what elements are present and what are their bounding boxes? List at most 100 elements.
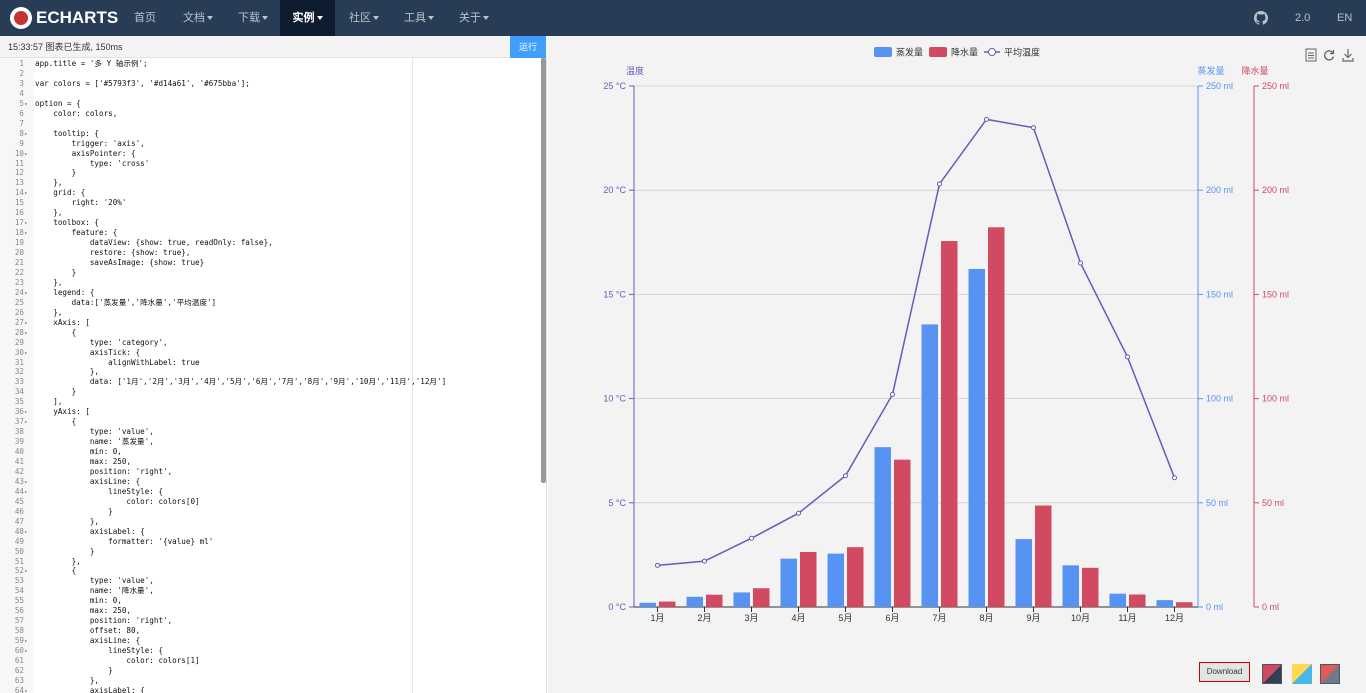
fold-toggle-icon[interactable]: ▾ (24, 687, 32, 693)
code-line: 30▾ axisTick: { (0, 348, 140, 358)
code-line: 59▾ axisLine: { (0, 636, 140, 646)
bar-evaporation[interactable] (1156, 600, 1174, 607)
bar-precipitation[interactable] (988, 227, 1005, 607)
legend-marker-temperature (988, 48, 996, 56)
nav-item-2[interactable]: 下载 (238, 0, 268, 36)
nav-item-5[interactable]: 工具 (404, 0, 434, 36)
bar-evaporation[interactable] (780, 558, 798, 607)
version-link[interactable]: 2.0 (1295, 0, 1310, 36)
theme-gray-swatch[interactable] (1320, 664, 1340, 684)
line-number: 23 (14, 277, 24, 287)
temperature-point[interactable] (984, 116, 989, 122)
x-tick-label: 6月 (885, 613, 899, 623)
temperature-point[interactable] (1172, 475, 1177, 481)
line-number: 1 (19, 59, 24, 68)
nav-item-label: 文档 (183, 12, 205, 24)
echarts-logo[interactable]: ECHARTS (10, 6, 118, 30)
code-line: 55 min: 0, (0, 596, 122, 606)
line-number: 9 (19, 138, 24, 148)
bar-precipitation[interactable] (659, 601, 676, 607)
code-line: 63 }, (0, 676, 99, 686)
y-tick-label: 10 °C (603, 394, 626, 404)
bar-evaporation[interactable] (639, 602, 657, 607)
line-number: 8 (19, 128, 24, 138)
theme-dark-swatch[interactable] (1262, 664, 1282, 684)
code-text: } (35, 387, 77, 397)
caret-down-icon (373, 16, 379, 21)
temperature-line[interactable] (657, 118, 1176, 567)
bar-precipitation[interactable] (894, 459, 911, 607)
code-text: { (35, 327, 77, 337)
code-line: 14▾ grid: { (0, 188, 85, 198)
line-number: 45 (14, 496, 24, 506)
bar-evaporation[interactable] (1109, 593, 1127, 607)
temperature-point[interactable] (749, 535, 754, 541)
editor-scrollbar[interactable] (541, 58, 546, 483)
temperature-point[interactable] (937, 181, 942, 187)
code-line: 17▾ toolbox: { (0, 218, 99, 228)
code-line: 27▾ xAxis: [ (0, 318, 90, 328)
bar-precipitation[interactable] (706, 594, 723, 607)
bar-evaporation[interactable] (1062, 565, 1080, 607)
bar-evaporation[interactable] (921, 324, 939, 607)
bar-precipitation[interactable] (1129, 594, 1146, 607)
bar-evaporation[interactable] (1015, 539, 1033, 607)
legend-swatch-evaporation[interactable] (874, 47, 892, 57)
temperature-point[interactable] (655, 562, 660, 568)
line-number: 53 (14, 576, 24, 586)
temperature-point[interactable] (796, 510, 801, 516)
line-number: 38 (14, 427, 24, 437)
github-icon[interactable] (1254, 11, 1269, 25)
bar-precipitation[interactable] (941, 241, 958, 607)
nav-item-6[interactable]: 关于 (459, 0, 489, 36)
save-image-icon[interactable] (1342, 48, 1354, 62)
code-line: 15 right: '20%' (0, 198, 127, 208)
code-line: 18▾ feature: { (0, 228, 117, 238)
code-text: color: colors[1] (35, 656, 200, 665)
temperature-point[interactable] (843, 473, 848, 479)
bar-precipitation[interactable] (1082, 567, 1099, 607)
line-number: 10 (14, 148, 24, 158)
run-button[interactable]: 运行 (510, 36, 546, 58)
theme-light-swatch[interactable] (1292, 664, 1312, 684)
bar-evaporation[interactable] (686, 596, 704, 607)
line-number: 57 (14, 616, 24, 626)
y-tick-label: 5 °C (608, 498, 626, 508)
line-number: 44 (14, 486, 24, 496)
code-text: }, (35, 208, 63, 218)
bar-evaporation[interactable] (968, 268, 986, 607)
bar-precipitation[interactable] (847, 547, 864, 607)
temperature-point[interactable] (1031, 125, 1036, 131)
download-button[interactable]: Download (1199, 662, 1250, 682)
nav-item-3[interactable]: 实例 (280, 0, 335, 36)
line-number: 34 (14, 387, 24, 397)
code-text: color: colors, (35, 108, 118, 118)
code-line: 45 color: colors[0] (0, 497, 200, 507)
bar-precipitation[interactable] (1176, 602, 1193, 607)
code-text: }, (35, 516, 100, 526)
temperature-point[interactable] (1078, 260, 1083, 266)
code-editor[interactable]: 1 app.title = '多 Y 轴示例'; 2 3 var colors = ['… (0, 58, 540, 693)
chart-preview-pane: 蒸发量 降水量 平均温度 温度 0 °C 5 °C 10 °C 15 °C 20 °C 25 °C… (548, 36, 1366, 693)
temperature-point[interactable] (702, 558, 707, 564)
line-number: 29 (14, 337, 24, 347)
bar-precipitation[interactable] (753, 588, 770, 607)
nav-item-1[interactable]: 文档 (183, 0, 213, 36)
bar-precipitation[interactable] (1035, 505, 1052, 607)
restore-icon[interactable] (1323, 48, 1335, 62)
bar-evaporation[interactable] (733, 592, 751, 607)
bar-precipitation[interactable] (800, 551, 817, 607)
nav-item-0[interactable]: 首页 (134, 0, 156, 36)
temperature-point[interactable] (1125, 354, 1130, 360)
bar-evaporation[interactable] (827, 553, 845, 607)
line-number: 46 (14, 506, 24, 516)
nav-item-4[interactable]: 社区 (349, 0, 379, 36)
chart-canvas[interactable]: 蒸发量 降水量 平均温度温度0 °C5 °C10 °C15 °C20 °C25 °C… (548, 36, 1366, 693)
bar-evaporation[interactable] (874, 447, 892, 607)
data-view-icon[interactable] (1305, 48, 1317, 62)
legend-swatch-precipitation[interactable] (929, 47, 947, 57)
temperature-point[interactable] (890, 391, 895, 397)
code-text: }, (35, 367, 100, 377)
line-number: 63 (14, 675, 24, 685)
language-switch[interactable]: EN (1337, 0, 1352, 36)
